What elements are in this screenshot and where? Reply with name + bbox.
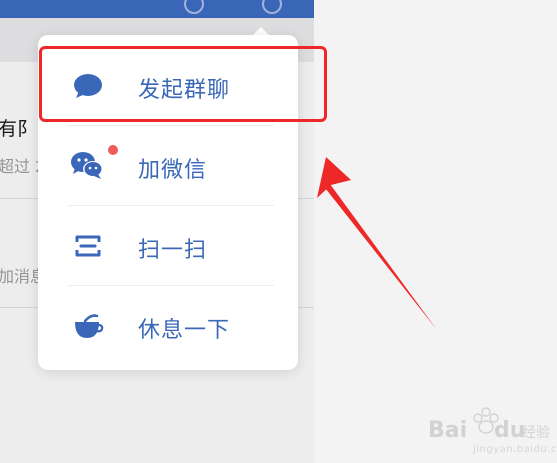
menu-item-start-group-chat[interactable]: 发起群聊	[38, 45, 298, 125]
menu-item-scan[interactable]: 扫一扫	[38, 205, 298, 285]
annotation-arrow	[317, 157, 437, 330]
svg-text:du: du	[494, 418, 525, 443]
menu-label: 发起群聊	[138, 78, 231, 103]
menu-label: 加微信	[138, 158, 208, 183]
speech-bubble-icon	[72, 71, 104, 101]
menu-item-take-a-break[interactable]: 休息一下	[38, 285, 298, 365]
watermark-domain: jingyan.baidu.com	[473, 444, 557, 455]
teacup-icon	[72, 311, 104, 341]
notification-dot	[108, 145, 118, 155]
scan-icon	[72, 231, 104, 261]
svg-text:经验: 经验	[522, 425, 550, 441]
menu-item-add-wechat[interactable]: 加微信	[38, 125, 298, 205]
menu-label: 扫一扫	[138, 238, 208, 263]
plus-popup-menu: 发起群聊 加微信 扫一扫 休息一下	[38, 35, 298, 370]
menu-label: 休息一下	[138, 318, 231, 343]
wechat-add-friend-icon	[71, 145, 118, 181]
svg-text:Bai: Bai	[428, 418, 467, 443]
